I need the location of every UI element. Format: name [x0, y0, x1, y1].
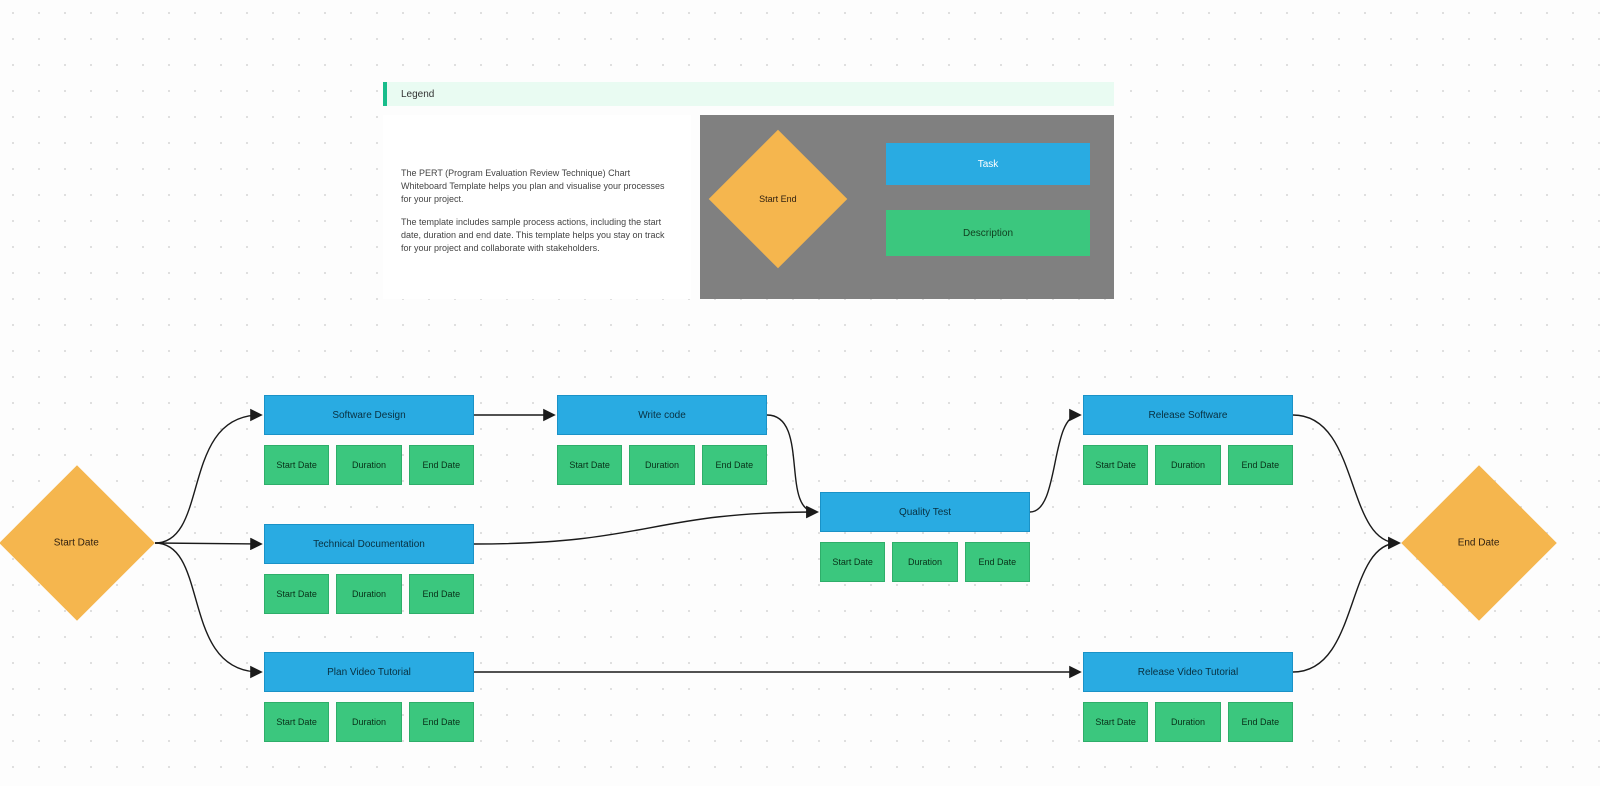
desc-end[interactable]: End Date: [1228, 702, 1293, 742]
legend-description-shape[interactable]: Description: [886, 210, 1090, 256]
node-plan-video-tutorial[interactable]: Plan Video Tutorial Start Date Duration …: [264, 652, 474, 742]
legend-description-label: Description: [963, 228, 1013, 239]
legend-para-2: The template includes sample process act…: [401, 216, 673, 255]
edge-release-video-to-end: [1293, 543, 1398, 672]
edge-start-to-plan-video: [155, 543, 260, 672]
legend-task-shape[interactable]: Task: [886, 143, 1090, 185]
desc-row: Start Date Duration End Date: [264, 574, 474, 614]
legend-title: Legend: [401, 89, 434, 100]
desc-start[interactable]: Start Date: [1083, 445, 1148, 485]
task-label: Technical Documentation: [313, 539, 425, 550]
desc-row: Start Date Duration End Date: [264, 702, 474, 742]
node-software-design[interactable]: Software Design Start Date Duration End …: [264, 395, 474, 485]
desc-start[interactable]: Start Date: [1083, 702, 1148, 742]
desc-end[interactable]: End Date: [702, 445, 767, 485]
start-date-label: Start Date: [54, 538, 99, 549]
task-label: Write code: [638, 410, 686, 421]
task-label: Release Software: [1149, 410, 1228, 421]
node-release-software[interactable]: Release Software Start Date Duration End…: [1083, 395, 1293, 485]
task-plan-video-tutorial[interactable]: Plan Video Tutorial: [264, 652, 474, 692]
task-technical-documentation[interactable]: Technical Documentation: [264, 524, 474, 564]
desc-start[interactable]: Start Date: [264, 445, 329, 485]
legend-header: Legend: [383, 82, 1114, 106]
task-label: Release Video Tutorial: [1138, 667, 1238, 678]
node-write-code[interactable]: Write code Start Date Duration End Date: [557, 395, 767, 485]
desc-duration[interactable]: Duration: [1155, 445, 1220, 485]
edge-write-code-to-quality-test: [767, 415, 816, 512]
legend-start-end-label: Start End: [759, 194, 797, 204]
edge-start-to-technical-doc: [155, 543, 260, 544]
node-quality-test[interactable]: Quality Test Start Date Duration End Dat…: [820, 492, 1030, 582]
task-label: Plan Video Tutorial: [327, 667, 411, 678]
desc-end[interactable]: End Date: [1228, 445, 1293, 485]
desc-row: Start Date Duration End Date: [1083, 702, 1293, 742]
task-label: Software Design: [332, 410, 405, 421]
desc-row: Start Date Duration End Date: [820, 542, 1030, 582]
node-release-video-tutorial[interactable]: Release Video Tutorial Start Date Durati…: [1083, 652, 1293, 742]
desc-row: Start Date Duration End Date: [1083, 445, 1293, 485]
desc-start[interactable]: Start Date: [557, 445, 622, 485]
desc-row: Start Date Duration End Date: [264, 445, 474, 485]
legend-task-label: Task: [978, 159, 999, 170]
legend-description-box: The PERT (Program Evaluation Review Tech…: [383, 115, 691, 299]
desc-end[interactable]: End Date: [965, 542, 1030, 582]
edge-release-software-to-end: [1293, 415, 1398, 543]
desc-duration[interactable]: Duration: [892, 542, 957, 582]
desc-end[interactable]: End Date: [409, 702, 474, 742]
desc-start[interactable]: Start Date: [264, 702, 329, 742]
desc-end[interactable]: End Date: [409, 445, 474, 485]
end-date-label: End Date: [1458, 537, 1500, 548]
task-quality-test[interactable]: Quality Test: [820, 492, 1030, 532]
task-label: Quality Test: [899, 507, 951, 518]
desc-start[interactable]: Start Date: [820, 542, 885, 582]
task-release-video-tutorial[interactable]: Release Video Tutorial: [1083, 652, 1293, 692]
node-technical-documentation[interactable]: Technical Documentation Start Date Durat…: [264, 524, 474, 614]
desc-row: Start Date Duration End Date: [557, 445, 767, 485]
end-date-diamond[interactable]: End Date: [1401, 465, 1557, 621]
edge-start-to-software-design: [155, 415, 260, 543]
desc-duration[interactable]: Duration: [629, 445, 694, 485]
desc-duration[interactable]: Duration: [336, 702, 401, 742]
desc-duration[interactable]: Duration: [336, 574, 401, 614]
edge-technical-doc-to-quality-test: [474, 512, 816, 544]
task-software-design[interactable]: Software Design: [264, 395, 474, 435]
desc-end[interactable]: End Date: [409, 574, 474, 614]
desc-duration[interactable]: Duration: [336, 445, 401, 485]
legend-para-1: The PERT (Program Evaluation Review Tech…: [401, 167, 673, 206]
task-write-code[interactable]: Write code: [557, 395, 767, 435]
edge-quality-test-to-release-software: [1030, 415, 1079, 512]
task-release-software[interactable]: Release Software: [1083, 395, 1293, 435]
desc-start[interactable]: Start Date: [264, 574, 329, 614]
desc-duration[interactable]: Duration: [1155, 702, 1220, 742]
start-date-diamond[interactable]: Start Date: [0, 465, 155, 621]
